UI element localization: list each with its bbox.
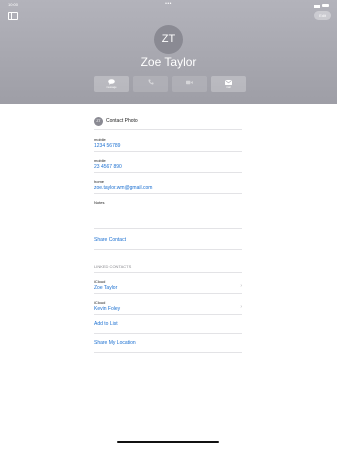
share-location-row[interactable]: Share My Location	[94, 337, 242, 353]
chevron-right-icon: ›	[240, 283, 242, 289]
linked-contacts-header: LINKED CONTACTS	[94, 264, 242, 273]
contact-photo-label: Contact Photo	[106, 118, 138, 124]
video-button[interactable]	[172, 76, 207, 92]
contact-header: 10:00 ••• Edit ZT Zoe Taylor message mai…	[0, 0, 337, 104]
message-label: message	[106, 85, 117, 89]
add-to-list-row[interactable]: Add to List	[94, 318, 242, 334]
linked-name-1: Zoe Taylor	[94, 285, 118, 291]
chevron-right-icon: ›	[240, 304, 242, 310]
multitasking-dots[interactable]: •••	[165, 1, 172, 7]
contact-details: ZT Contact Photo mobile 1234 56789 mobil…	[94, 113, 242, 353]
email-row[interactable]: home zoe.taylor.wm@gmail.com	[94, 177, 242, 194]
video-icon	[186, 80, 193, 85]
email-label: home	[94, 179, 105, 184]
edit-button[interactable]: Edit	[314, 11, 331, 20]
status-indicators	[314, 2, 329, 8]
status-time: 10:00	[8, 2, 19, 7]
linked-source-1: iCloud	[94, 279, 106, 284]
phone-label-2: mobile	[94, 158, 106, 163]
phone-row-2[interactable]: mobile 23 4567 890	[94, 156, 242, 173]
share-contact-link[interactable]: Share Contact	[94, 237, 242, 243]
home-indicator[interactable]	[117, 441, 219, 443]
phone-value-1[interactable]: 1234 56789	[94, 143, 242, 149]
share-location-link[interactable]: Share My Location	[94, 340, 242, 346]
battery-icon	[322, 3, 329, 7]
share-contact-row[interactable]: Share Contact	[94, 235, 242, 250]
sidebar-toggle-icon[interactable]	[8, 12, 18, 20]
notes-label: Notes	[94, 200, 105, 205]
mail-icon	[225, 79, 232, 85]
linked-contact-1[interactable]: iCloud Zoe Taylor ›	[94, 277, 242, 294]
contact-name: Zoe Taylor	[140, 55, 197, 69]
phone-label-1: mobile	[94, 137, 106, 142]
message-icon	[108, 79, 115, 85]
linked-contacts-title: LINKED CONTACTS	[94, 264, 132, 269]
status-bar: 10:00 •••	[0, 1, 337, 9]
contact-actions: message mail	[94, 76, 246, 92]
linked-name-2: Kevin Foley	[94, 306, 121, 312]
avatar: ZT	[154, 25, 183, 54]
contact-photo-row[interactable]: ZT Contact Photo	[94, 113, 242, 130]
signal-icon	[314, 2, 320, 8]
linked-contact-2[interactable]: iCloud Kevin Foley ›	[94, 298, 242, 315]
mail-label: mail	[226, 85, 231, 89]
contact-photo-avatar: ZT	[94, 116, 103, 126]
add-to-list-link[interactable]: Add to List	[94, 321, 242, 327]
phone-row-1[interactable]: mobile 1234 56789	[94, 135, 242, 152]
phone-icon	[147, 79, 154, 85]
call-button[interactable]	[133, 76, 168, 92]
linked-source-2: iCloud	[94, 300, 106, 305]
message-button[interactable]: message	[94, 76, 129, 92]
email-value[interactable]: zoe.taylor.wm@gmail.com	[94, 185, 242, 191]
phone-value-2[interactable]: 23 4567 890	[94, 164, 242, 170]
mail-button[interactable]: mail	[211, 76, 246, 92]
notes-row[interactable]: Notes	[94, 198, 242, 229]
